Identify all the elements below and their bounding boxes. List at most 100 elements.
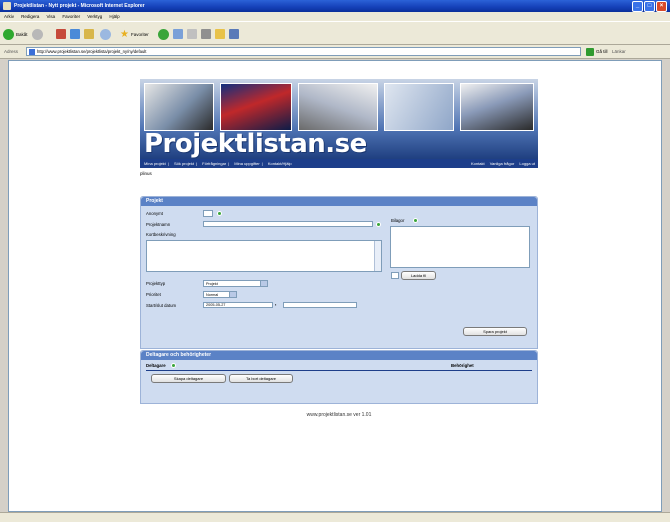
home-icon[interactable] — [84, 29, 94, 39]
menu-visa[interactable]: Visa — [47, 14, 56, 19]
bilagor-help-icon[interactable] — [413, 218, 418, 223]
browser-toolbar: Bakåt ★ Favoriter — [0, 21, 670, 45]
projekttyp-label: Projekttyp — [146, 281, 166, 286]
address-bar: Adress http://www.projektlistan.se/proje… — [0, 45, 670, 59]
back-button[interactable]: Bakåt — [3, 27, 28, 41]
site-logo[interactable]: Projektlistan.se — [144, 129, 367, 159]
history-icon[interactable] — [173, 29, 183, 39]
bilagor-label: Bilagor — [391, 218, 405, 223]
banner-photo-drawing — [384, 83, 454, 131]
print-icon[interactable] — [201, 29, 211, 39]
back-label: Bakåt — [16, 31, 28, 37]
deltagare-help-icon[interactable] — [171, 363, 176, 368]
chevron-down-icon — [229, 292, 236, 297]
banner-photo-builders — [460, 83, 534, 131]
nav-logga-ut[interactable]: Logga ut — [519, 161, 535, 166]
nav-mina-projekt[interactable]: Mina projekt — [144, 161, 166, 166]
stop-icon[interactable] — [56, 29, 66, 39]
forward-button[interactable] — [32, 27, 43, 41]
url-text: http://www.projektlistan.se/projektlista… — [37, 49, 147, 54]
refresh-icon[interactable] — [70, 29, 80, 39]
menu-favoriter[interactable]: Favoriter — [62, 14, 80, 19]
address-label: Adress — [4, 49, 19, 54]
nav-icons — [56, 27, 94, 41]
search-icon — [100, 28, 111, 40]
bilagor-list[interactable] — [390, 226, 530, 268]
menu-bar: Arkiv Redigera Visa Favoriter Verktyg Hj… — [0, 12, 670, 21]
close-icon[interactable]: × — [656, 1, 667, 12]
kortbeskrivning-label: Kortbeskrivning — [146, 232, 176, 237]
anonym-label: Anonymt — [146, 211, 163, 216]
menu-verktyg[interactable]: Verktyg — [87, 14, 102, 19]
favorites-label: Favoriter — [130, 31, 149, 37]
ladda-fil-button[interactable]: Ladda fil — [401, 271, 436, 280]
prioritet-value: Normal — [206, 293, 219, 297]
window-title: Projektlistan - Nytt projekt - Microsoft… — [14, 3, 145, 9]
page-icon — [29, 49, 35, 55]
page-viewport[interactable]: Projektlistan.se Mina projekt | Sök proje… — [8, 60, 662, 512]
go-button[interactable]: Gå till — [586, 47, 608, 56]
spara-projekt-button[interactable]: Spara projekt — [463, 327, 527, 336]
minimize-icon[interactable]: _ — [632, 1, 643, 12]
search-button[interactable] — [100, 27, 111, 41]
required-icon — [376, 222, 381, 227]
menu-hjalp[interactable]: Hjälp — [109, 14, 119, 19]
textarea-scrollbar[interactable] — [374, 241, 381, 271]
help-icon[interactable] — [217, 211, 222, 216]
startdatum-label: Start/slut datum — [146, 303, 177, 308]
header-divider — [146, 370, 532, 371]
projekt-panel: Projekt Anonymt Projektnamn Kortbeskrivn… — [140, 196, 538, 349]
col-behorighet: Behörighet — [451, 363, 474, 368]
nav-kontakt-hjalp[interactable]: Kontakt/Hjälp — [268, 161, 292, 166]
prioritet-label: Prioritet — [146, 292, 161, 297]
mail-icon[interactable] — [187, 29, 197, 39]
col-deltagare: Deltagare — [146, 363, 166, 368]
deltagare-panel-title: Deltagare och behörigheter — [141, 351, 537, 360]
favorites-button[interactable]: ★ Favoriter — [120, 27, 149, 41]
go-label: Gå till — [596, 49, 608, 54]
footer-version: www.projektlistan.se ver 1.01 — [306, 412, 372, 418]
tool-icons — [158, 27, 239, 41]
maximize-icon[interactable]: □ — [644, 1, 655, 12]
chevron-down-icon — [260, 281, 267, 286]
site-banner: Projektlistan.se — [140, 79, 538, 159]
site-nav: Mina projekt | Sök projekt | Förfrågningar… — [140, 159, 538, 168]
projektnamn-input[interactable] — [203, 221, 373, 227]
nav-mina-uppgifter[interactable]: Mina uppgifter — [234, 161, 259, 166]
kortbeskrivning-textarea[interactable] — [146, 240, 382, 272]
startdatum-input[interactable]: 2005-05-27 — [203, 302, 273, 308]
ie-icon — [3, 2, 11, 10]
date-separator: ▪ — [275, 302, 277, 307]
folder-icon[interactable] — [215, 29, 225, 39]
media-icon[interactable] — [158, 28, 169, 40]
projektnamn-label: Projektnamn — [146, 222, 171, 227]
go-arrow-icon — [586, 47, 594, 56]
star-icon: ★ — [120, 28, 129, 40]
menu-arkiv[interactable]: Arkiv — [4, 14, 14, 19]
bilagor-checkbox[interactable] — [391, 272, 399, 279]
skapa-deltagare-button[interactable]: Skapa deltagare — [151, 374, 226, 383]
nav-forfragningar[interactable]: Förfrågningar — [202, 161, 226, 166]
deltagare-panel: Deltagare och behörigheter Deltagare Beh… — [140, 350, 538, 404]
logged-in-user: plinus — [140, 171, 152, 176]
nav-sok-projekt[interactable]: Sök projekt — [174, 161, 194, 166]
forward-arrow-icon — [32, 28, 43, 40]
banner-photo-machinery — [220, 83, 292, 131]
menu-redigera[interactable]: Redigera — [21, 14, 39, 19]
banner-photo-planning — [298, 83, 378, 131]
nav-vanliga-fragor[interactable]: Vanliga frågor — [490, 161, 515, 166]
ta-bort-deltagare-button[interactable]: Ta bort deltagare — [229, 374, 293, 383]
nav-kontakt[interactable]: Kontakt — [471, 161, 485, 166]
slutdatum-input[interactable] — [283, 302, 357, 308]
anonym-checkbox[interactable] — [203, 210, 213, 217]
url-input[interactable]: http://www.projektlistan.se/projektlista… — [26, 47, 581, 56]
window-controls: _ □ × — [632, 1, 667, 12]
projekt-panel-title: Projekt — [141, 197, 537, 206]
projekttyp-value: Projekt — [206, 282, 218, 286]
banner-photo-workers — [144, 83, 214, 131]
projekttyp-select[interactable]: Projekt — [203, 280, 268, 287]
back-arrow-icon — [3, 28, 14, 40]
messenger-icon[interactable] — [229, 29, 239, 39]
links-label[interactable]: Länkar — [612, 49, 626, 54]
prioritet-select[interactable]: Normal — [203, 291, 237, 298]
